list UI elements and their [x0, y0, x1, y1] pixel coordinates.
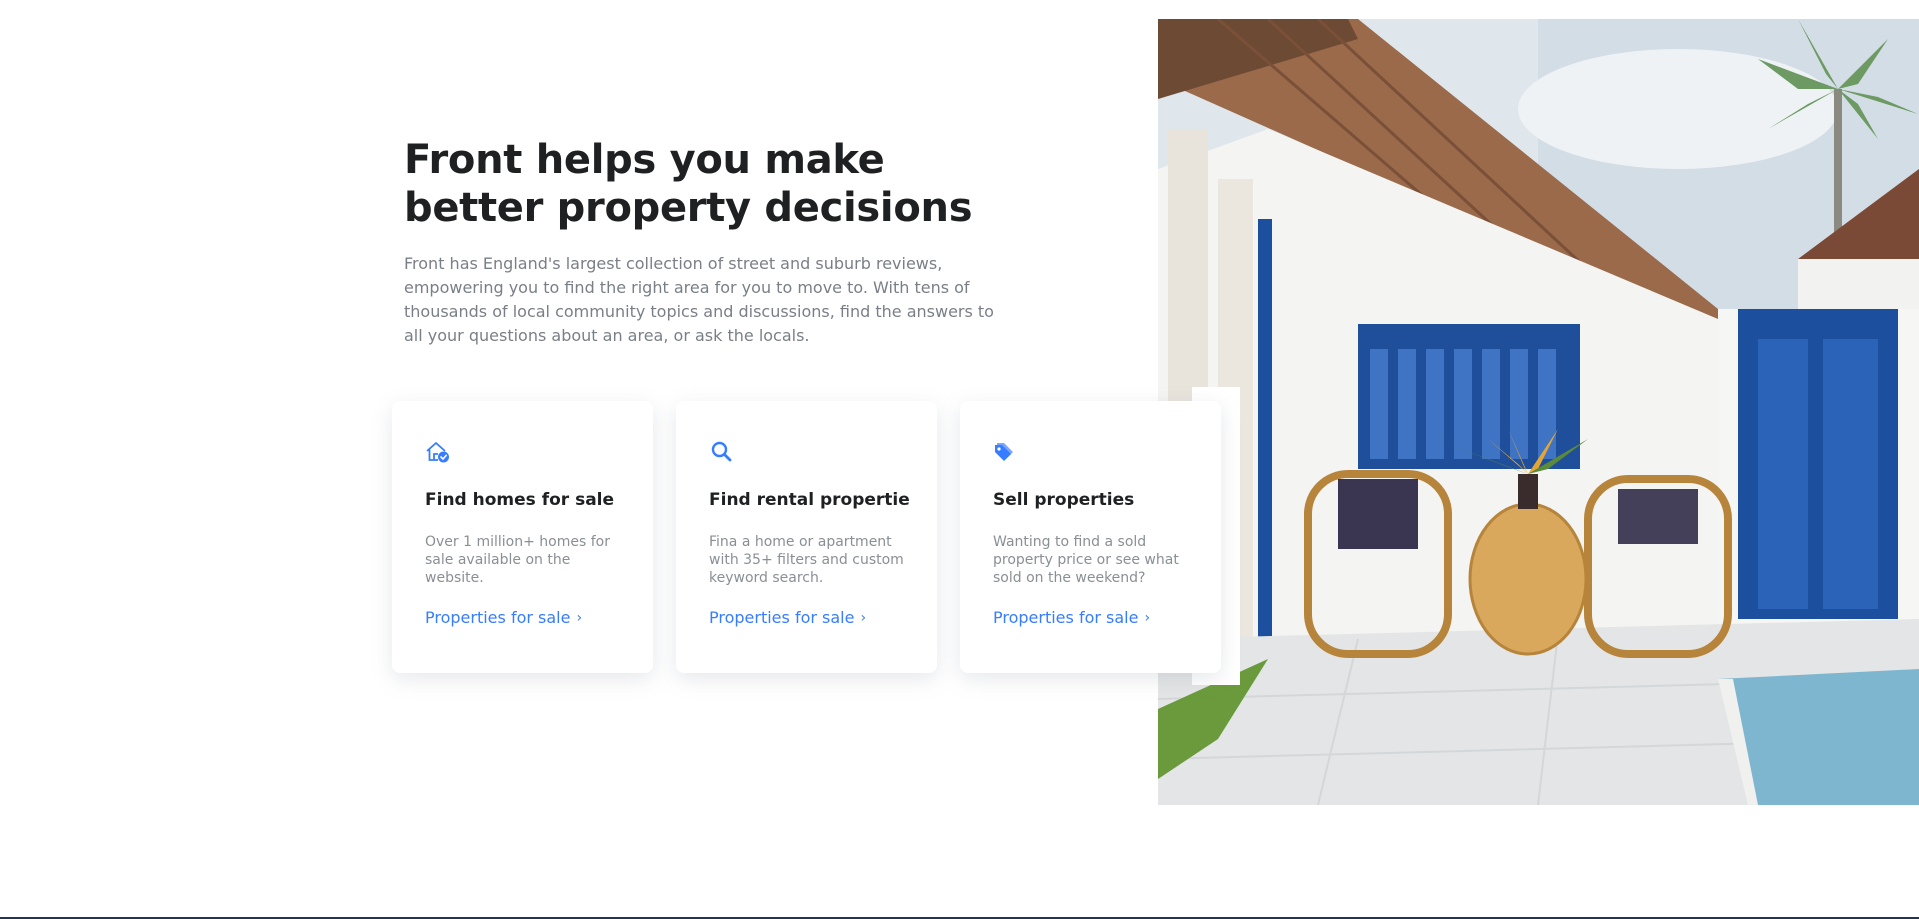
chevron-right-icon: ›	[860, 610, 867, 626]
card-text: Wanting to find a sold property price or…	[993, 534, 1179, 586]
link-label: Properties for sale	[425, 608, 571, 627]
properties-for-sale-link[interactable]: Properties for sale ›	[425, 607, 582, 629]
properties-for-sale-link[interactable]: Properties for sale ›	[993, 607, 1150, 629]
page: Front helps you make better property dec…	[0, 0, 1919, 919]
link-label: Properties for sale	[993, 608, 1139, 627]
house-check-icon	[425, 439, 451, 465]
page-title: Front helps you make better property dec…	[404, 137, 973, 231]
search-icon	[709, 439, 735, 465]
properties-for-sale-link[interactable]: Properties for sale ›	[709, 607, 866, 629]
card-title: Find rental propertie	[709, 490, 910, 510]
card-text: Fina a home or apartment with 35+ filter…	[709, 534, 904, 586]
chevron-right-icon: ›	[1144, 610, 1151, 626]
card-find-rentals: Find rental propertie Fina a home or apa…	[676, 401, 937, 673]
link-label: Properties for sale	[709, 608, 855, 627]
tags-icon	[993, 439, 1019, 465]
card-text: Over 1 million+ homes for sale available…	[425, 534, 610, 586]
hero-section: Front helps you make better property dec…	[404, 136, 1014, 348]
card-sell-properties: Sell properties Wanting to find a sold p…	[960, 401, 1221, 673]
hero-description: Front has England's largest collection o…	[404, 254, 994, 345]
card-title: Sell properties	[993, 490, 1135, 510]
chevron-right-icon: ›	[576, 610, 583, 626]
card-title: Find homes for sale	[425, 490, 615, 510]
card-find-homes: Find homes for sale Over 1 million+ home…	[392, 401, 653, 673]
house-photo	[1158, 19, 1919, 805]
